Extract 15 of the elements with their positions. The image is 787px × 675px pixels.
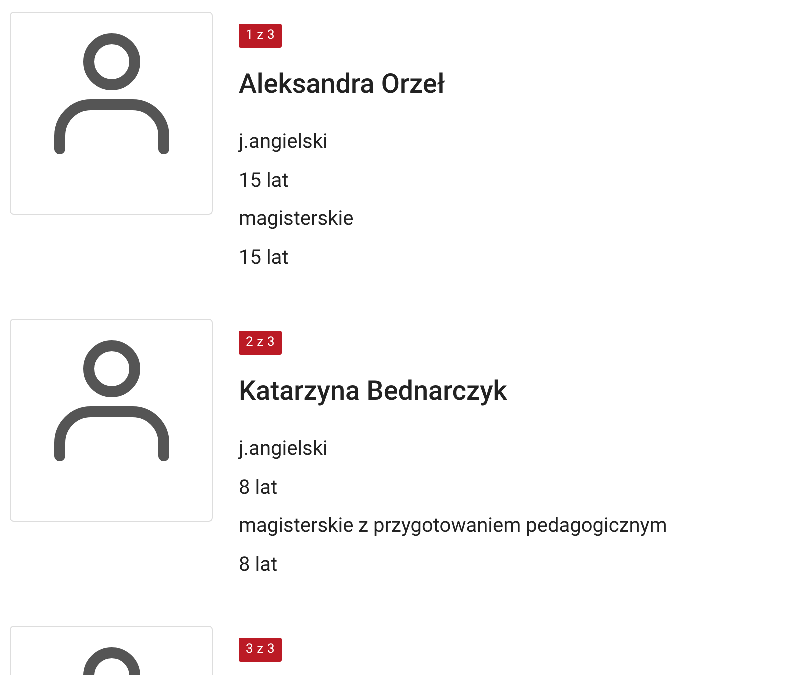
detail-text: 8 lat [239, 550, 278, 578]
detail-text: 15 lat [239, 166, 290, 194]
person-name: Katarzyna Bednarczyk [239, 375, 508, 407]
detail-text: 8 lat [239, 474, 278, 500]
position-badge: 2 z 3 [239, 331, 282, 355]
position-badge: 3 z 3 [239, 638, 282, 662]
detail-text: j.angielski [239, 435, 329, 462]
detail-text: magisterskie z przygotowaniem pedagogicznym [239, 512, 668, 539]
detail-text: magisterskie [239, 205, 355, 232]
person-icon [54, 340, 170, 462]
detail-text: j.angielski [239, 128, 329, 155]
position-badge: 1 z 3 [239, 24, 282, 48]
person-icon [54, 32, 170, 154]
person-name: Aleksandra Orzeł [239, 68, 446, 100]
detail-text: 15 lat [239, 244, 290, 270]
